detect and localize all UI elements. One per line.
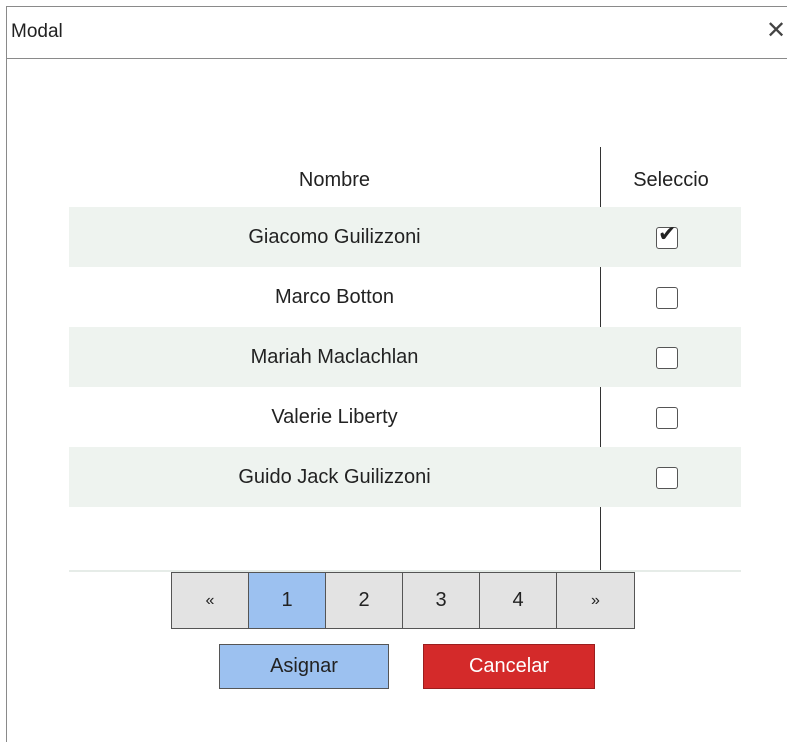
row-name: Guido Jack Guilizzoni <box>238 466 431 488</box>
assign-button[interactable]: Asignar <box>219 644 389 689</box>
modal-title-bar: Modal ✕ <box>7 7 787 59</box>
table-row[interactable]: Valerie Liberty <box>69 387 741 447</box>
row-name: Valerie Liberty <box>271 406 398 428</box>
pagination-page-2[interactable]: 2 <box>326 573 403 628</box>
cancel-button[interactable]: Cancelar <box>423 644 595 689</box>
data-table: Nombre Seleccio Giacomo Guilizzoni ✔ Mar… <box>69 147 741 574</box>
table-row[interactable]: Mariah Maclachlan <box>69 327 741 387</box>
row-checkbox[interactable] <box>656 467 678 489</box>
pagination-page-1[interactable]: 1 <box>249 573 326 628</box>
row-checkbox[interactable] <box>656 347 678 369</box>
pagination: « 1 2 3 4 » <box>171 572 635 629</box>
pagination-prev-button[interactable]: « <box>172 573 249 628</box>
modal-dialog: Modal ✕ Nombre Seleccio Giacomo Guilizzo… <box>6 6 787 742</box>
row-name: Giacomo Guilizzoni <box>248 226 421 248</box>
table-row[interactable]: Marco Botton <box>69 267 741 327</box>
column-header-nombre[interactable]: Nombre <box>69 169 600 192</box>
row-checkbox[interactable] <box>656 287 678 309</box>
row-checkbox[interactable]: ✔ <box>656 223 678 249</box>
table-row[interactable]: Guido Jack Guilizzoni <box>69 447 741 507</box>
column-header-seleccio[interactable]: Seleccio <box>601 169 741 192</box>
pagination-page-3[interactable]: 3 <box>403 573 480 628</box>
row-name: Marco Botton <box>275 286 394 308</box>
close-icon[interactable]: ✕ <box>765 19 787 43</box>
table-row[interactable]: Giacomo Guilizzoni ✔ <box>69 207 741 267</box>
pagination-page-4[interactable]: 4 <box>480 573 557 628</box>
modal-title: Modal <box>11 21 63 42</box>
row-checkbox[interactable] <box>656 407 678 429</box>
checkmark-icon: ✔ <box>658 221 677 246</box>
pagination-next-button[interactable]: » <box>557 573 634 628</box>
row-name: Mariah Maclachlan <box>250 346 419 368</box>
